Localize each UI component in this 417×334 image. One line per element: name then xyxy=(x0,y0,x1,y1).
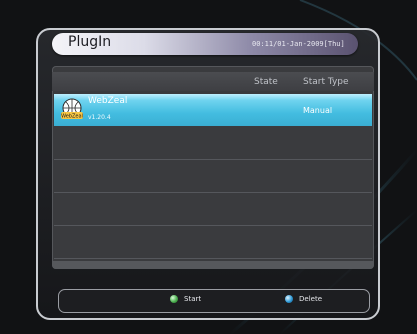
delete-label: Delete xyxy=(299,295,322,303)
column-header-start-type: Start Type xyxy=(303,77,349,87)
green-dot-icon xyxy=(170,295,178,303)
start-button[interactable]: Start xyxy=(170,291,201,307)
empty-row[interactable] xyxy=(54,193,372,226)
button-bar xyxy=(58,289,370,313)
empty-row[interactable] xyxy=(54,226,372,259)
start-label: Start xyxy=(184,295,202,303)
list-footer xyxy=(52,261,374,269)
page-title: PlugIn xyxy=(68,34,112,50)
plugin-version: v1.20.4 xyxy=(88,114,111,121)
blue-dot-icon xyxy=(285,295,293,303)
clock-display: 00:11/01-Jan-2009[Thu] xyxy=(252,40,345,48)
webzeal-globe-icon: WebZeal xyxy=(61,98,83,120)
delete-button[interactable]: Delete xyxy=(285,291,322,307)
empty-row[interactable] xyxy=(54,160,372,193)
plugin-start-type: Manual xyxy=(303,106,333,115)
empty-row[interactable] xyxy=(54,127,372,160)
plugin-name: WebZeal xyxy=(88,96,128,106)
column-header-state: State xyxy=(254,77,278,87)
plugin-icon-label: WebZeal xyxy=(61,114,83,120)
